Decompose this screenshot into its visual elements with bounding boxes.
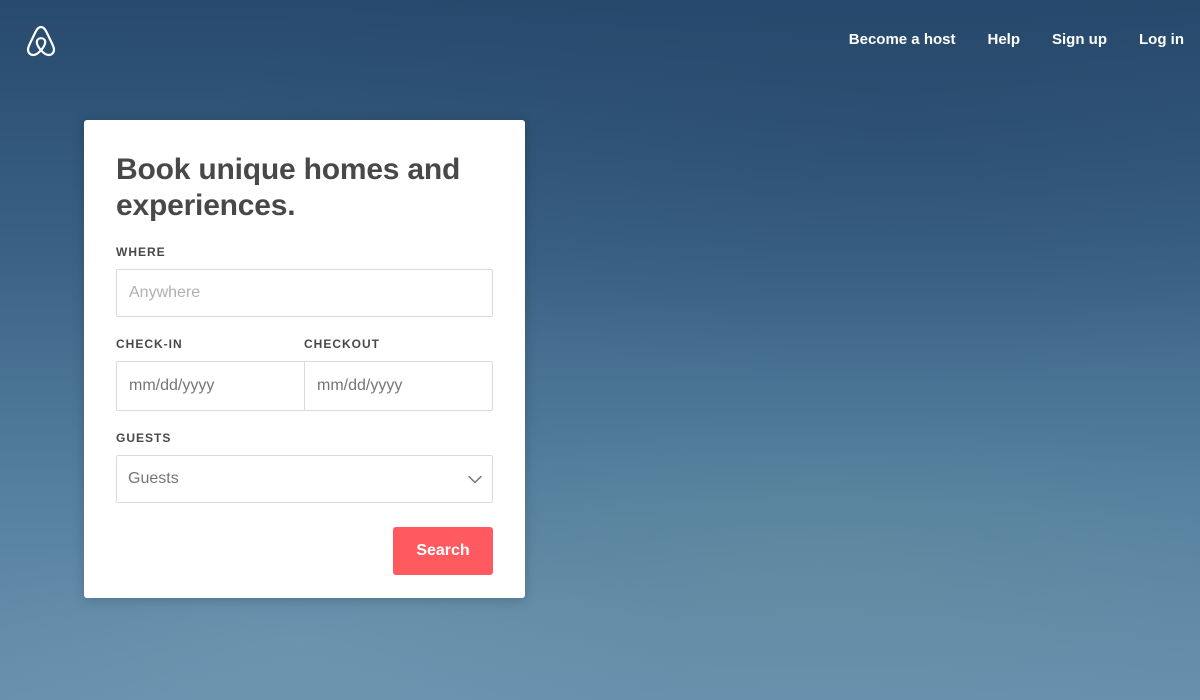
nav-become-a-host[interactable]: Become a host [849,30,956,50]
guests-label: GUESTS [116,431,172,445]
where-placeholder: Anywhere [129,284,201,301]
check-in-input[interactable]: mm/dd/yyyy [117,362,304,410]
search-button-row: Search [116,527,493,575]
guests-select[interactable]: Guests [116,455,493,503]
checkout-input[interactable]: mm/dd/yyyy [304,362,492,410]
page-title: Book unique homes and experiences. [116,153,461,222]
search-button[interactable]: Search [393,527,493,575]
nav-sign-up[interactable]: Sign up [1052,30,1107,50]
search-card: Book unique homes and experiences. WHERE… [84,120,525,598]
nav-help[interactable]: Help [987,30,1020,50]
nav-log-in[interactable]: Log in [1139,30,1184,50]
chevron-down-icon [468,475,482,483]
date-labels-row: CHECK-IN CHECKOUT [116,337,493,351]
date-range-input: mm/dd/yyyy mm/dd/yyyy [116,361,493,411]
checkout-placeholder: mm/dd/yyyy [317,377,403,394]
airbnb-logo-icon[interactable] [25,24,57,58]
check-in-label: CHECK-IN [116,337,183,351]
where-input[interactable]: Anywhere [116,269,493,317]
guests-selected-value: Guests [128,470,179,487]
check-in-placeholder: mm/dd/yyyy [129,377,215,394]
where-label: WHERE [116,245,166,259]
checkout-label: CHECKOUT [304,337,380,351]
top-nav: Become a host Help Sign up Log in [817,30,1184,50]
